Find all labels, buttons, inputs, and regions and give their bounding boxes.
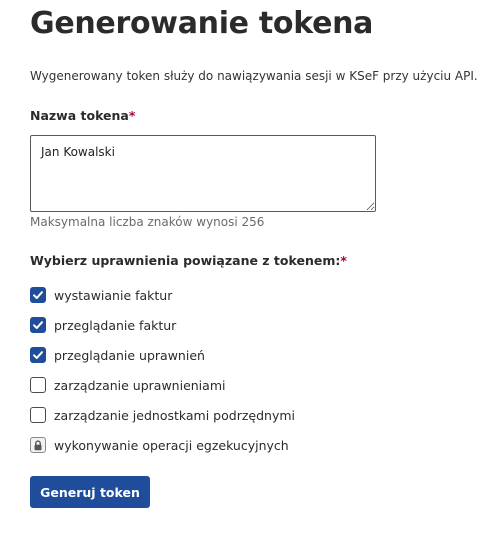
page-description: Wygenerowany token służy do nawiązywania… xyxy=(30,69,478,83)
permission-label: przeglądanie uprawnień xyxy=(54,347,205,363)
permission-item[interactable]: przeglądanie uprawnień xyxy=(30,340,490,370)
permission-label: wykonywanie operacji egzekucyjnych xyxy=(54,437,289,453)
token-name-textarea[interactable]: Jan Kowalski xyxy=(30,135,376,212)
permission-item[interactable]: przeglądanie faktur xyxy=(30,310,490,340)
permission-label: wystawianie faktur xyxy=(54,287,173,303)
permissions-list: wystawianie faktur przeglądanie faktur p… xyxy=(30,280,490,460)
token-name-label-text: Nazwa tokena xyxy=(30,108,129,123)
token-name-hint: Maksymalna liczba znaków wynosi 256 xyxy=(30,215,265,229)
permission-label: przeglądanie faktur xyxy=(54,317,177,333)
permission-checkbox[interactable] xyxy=(30,317,46,333)
permissions-label: Wybierz uprawnienia powiązane z tokenem:… xyxy=(30,253,347,268)
permissions-label-text: Wybierz uprawnienia powiązane z tokenem: xyxy=(30,253,341,268)
permission-item[interactable]: wystawianie faktur xyxy=(30,280,490,310)
permission-checkbox[interactable] xyxy=(30,347,46,363)
permission-checkbox xyxy=(30,437,46,453)
permission-checkbox[interactable] xyxy=(30,287,46,303)
checkmark-icon xyxy=(33,351,43,359)
generate-token-button[interactable]: Generuj token xyxy=(30,476,150,508)
page-title: Generowanie tokena xyxy=(30,6,374,41)
required-mark: * xyxy=(340,253,347,268)
permission-label: zarządzanie uprawnieniami xyxy=(54,377,226,393)
permission-label: zarządzanie jednostkami podrzędnymi xyxy=(54,407,295,423)
permission-item: wykonywanie operacji egzekucyjnych xyxy=(30,430,490,460)
permission-item[interactable]: zarządzanie jednostkami podrzędnymi xyxy=(30,400,490,430)
checkmark-icon xyxy=(33,291,43,299)
required-mark: * xyxy=(128,108,136,123)
checkmark-icon xyxy=(33,321,43,329)
permission-item[interactable]: zarządzanie uprawnieniami xyxy=(30,370,490,400)
token-name-field-wrapper: Jan Kowalski xyxy=(30,135,376,212)
lock-icon xyxy=(34,439,42,450)
permission-checkbox[interactable] xyxy=(30,377,46,393)
token-name-label: Nazwa tokena* xyxy=(30,108,135,123)
permission-checkbox[interactable] xyxy=(30,407,46,423)
